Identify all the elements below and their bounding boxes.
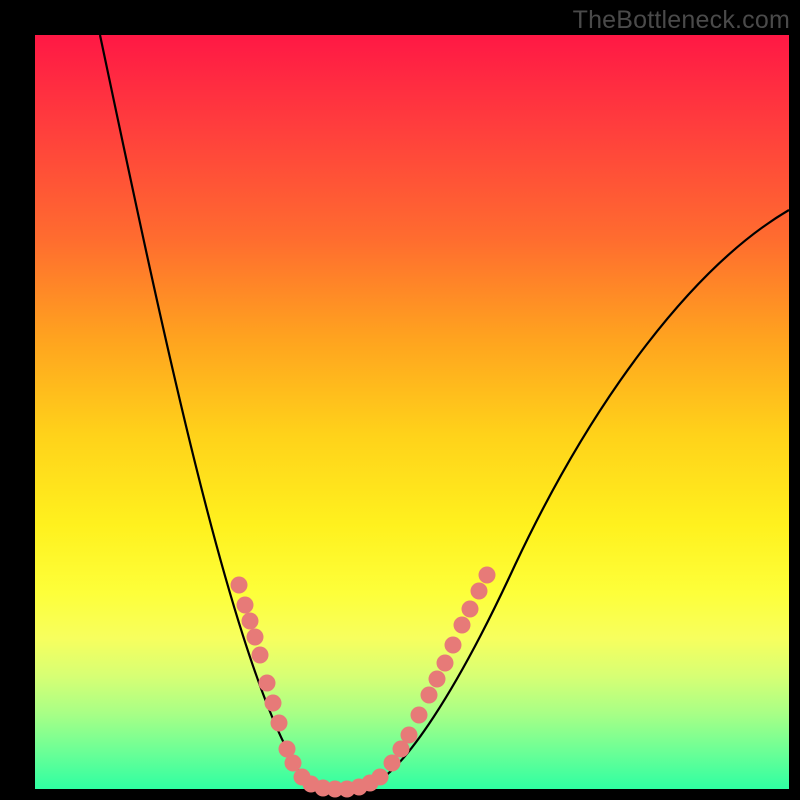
curve-marker — [454, 617, 471, 634]
curve-marker — [421, 687, 438, 704]
curve-marker — [384, 755, 401, 772]
curve-marker — [372, 769, 389, 786]
curve-marker — [252, 647, 269, 664]
curve-marker — [265, 695, 282, 712]
curve-marker — [429, 671, 446, 688]
chart-frame: TheBottleneck.com — [0, 0, 800, 800]
curve-marker — [445, 637, 462, 654]
curve-marker — [479, 567, 496, 584]
curve-marker — [401, 727, 418, 744]
curve-marker — [231, 577, 248, 594]
curve-marker — [285, 755, 302, 772]
curve-layer — [35, 35, 789, 789]
curve-marker — [411, 707, 428, 724]
curve-marker — [271, 715, 288, 732]
curve-marker — [462, 601, 479, 618]
curve-marker — [471, 583, 488, 600]
watermark-text: TheBottleneck.com — [573, 6, 790, 35]
plot-area — [35, 35, 789, 789]
curve-marker — [242, 613, 259, 630]
curve-marker — [247, 629, 264, 646]
curve-marker — [259, 675, 276, 692]
curve-marker — [437, 655, 454, 672]
curve-marker — [237, 597, 254, 614]
